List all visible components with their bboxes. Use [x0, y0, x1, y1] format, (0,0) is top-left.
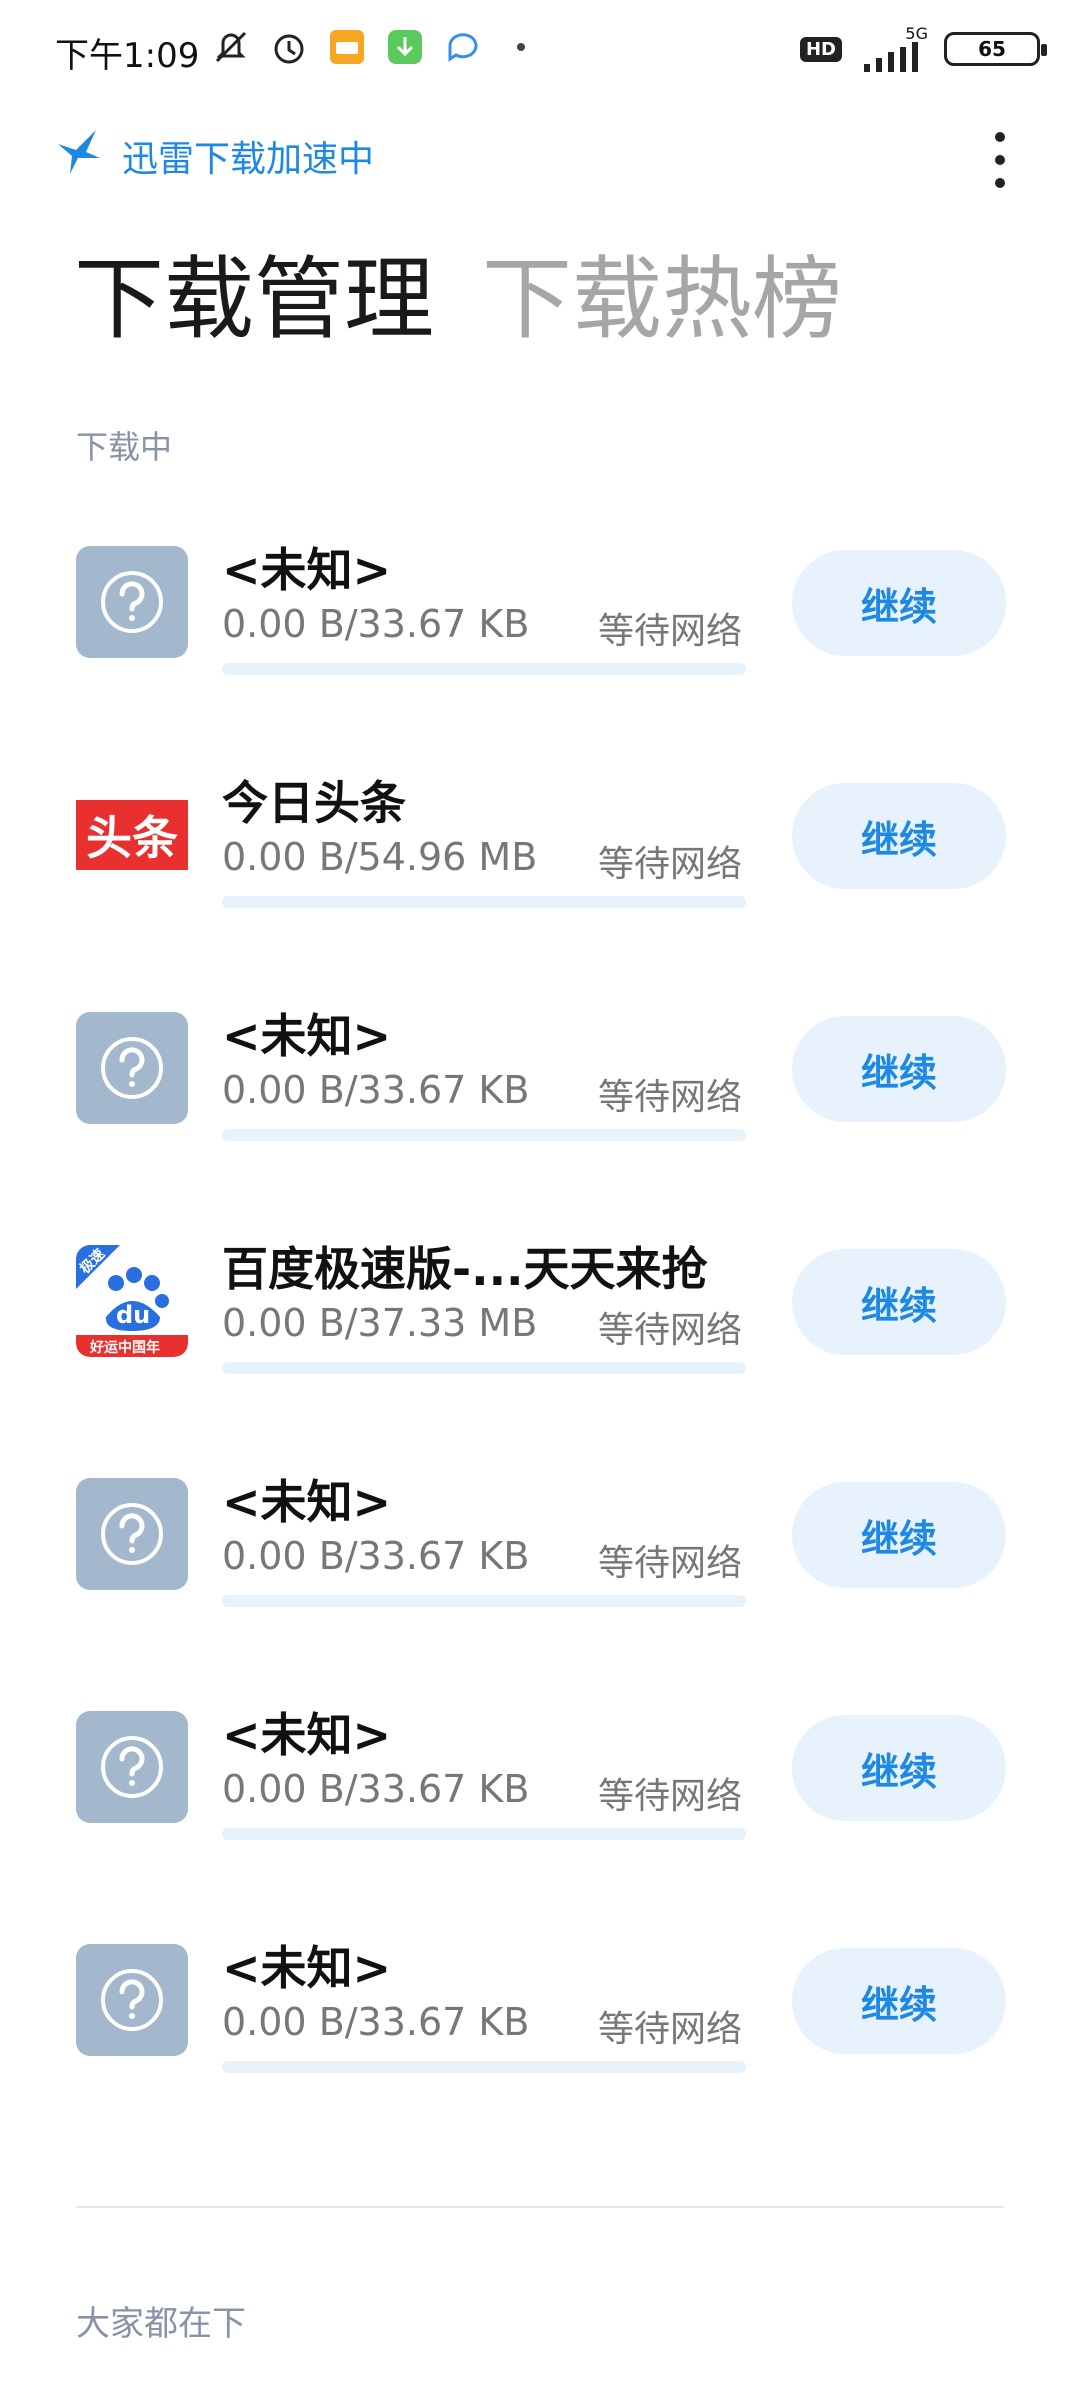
- signal-icon: 5G: [858, 26, 928, 72]
- toutiao-icon-text: 头条: [86, 811, 178, 865]
- section-label-downloading: 下载中: [76, 428, 173, 466]
- download-title: 今日头条: [222, 776, 406, 830]
- toutiao-app-icon: 头条: [76, 779, 188, 891]
- battery-level: 65: [978, 37, 1006, 61]
- download-progress-bar: [222, 2061, 746, 2073]
- baidu-icon-banner: 好运中国年: [90, 1340, 160, 1356]
- download-progress-bar: [222, 896, 746, 908]
- download-status: 等待网络: [598, 2009, 743, 2050]
- status-time: 下午1:09: [55, 36, 200, 76]
- tab-bar: 下载管理 下载热榜: [74, 255, 842, 345]
- unknown-app-icon: [76, 1012, 188, 1124]
- resume-button[interactable]: 继续: [792, 1948, 1006, 2054]
- download-progress-bar: [222, 1828, 746, 1840]
- download-title: <未知>: [222, 1941, 392, 1995]
- download-size: 0.00 B/33.67 KB: [222, 1068, 530, 1112]
- status-right: HD 5G 65: [799, 26, 1047, 72]
- list-item: <未知> 0.00 B/33.67 KB 等待网络 继续: [0, 976, 1080, 1209]
- download-status: 等待网络: [598, 844, 743, 885]
- download-progress-bar: [222, 1595, 746, 1607]
- thunder-bird-icon: [56, 128, 104, 176]
- download-title: <未知>: [222, 1708, 392, 1762]
- download-size: 0.00 B/37.33 MB: [222, 1301, 538, 1345]
- download-title: <未知>: [222, 1009, 392, 1063]
- app-header: 迅雷下载加速中: [0, 120, 1080, 200]
- resume-button[interactable]: 继续: [792, 1249, 1006, 1355]
- download-status: 等待网络: [598, 1077, 743, 1118]
- download-status: 等待网络: [598, 1310, 743, 1351]
- unknown-app-icon: [76, 1711, 188, 1823]
- more-options-icon[interactable]: [990, 132, 1010, 188]
- section-label-popular: 大家都在下: [76, 2304, 246, 2344]
- unknown-app-icon: [76, 546, 188, 658]
- tab-download-manager[interactable]: 下载管理: [74, 255, 434, 345]
- download-progress-bar: [222, 663, 746, 675]
- resume-button[interactable]: 继续: [792, 783, 1006, 889]
- list-item: <未知> 0.00 B/33.67 KB 等待网络 继续: [0, 1442, 1080, 1675]
- download-status: 等待网络: [598, 1543, 743, 1584]
- download-title: <未知>: [222, 543, 392, 597]
- download-progress-bar: [222, 1129, 746, 1141]
- download-list: <未知> 0.00 B/33.67 KB 等待网络 继续 头条 今日头条 0.0…: [0, 510, 1080, 2141]
- download-size: 0.00 B/33.67 KB: [222, 602, 530, 646]
- resume-button[interactable]: 继续: [792, 1482, 1006, 1588]
- list-item: <未知> 0.00 B/33.67 KB 等待网络 继续: [0, 510, 1080, 743]
- list-item: <未知> 0.00 B/33.67 KB 等待网络 继续: [0, 1908, 1080, 2141]
- download-notify-icon: [384, 26, 426, 68]
- download-status: 等待网络: [598, 1776, 743, 1817]
- resume-button[interactable]: 继续: [792, 550, 1006, 656]
- baidu-app-icon: 极速 du 好运中国年: [76, 1245, 188, 1357]
- resume-button[interactable]: 继续: [792, 1715, 1006, 1821]
- download-size: 0.00 B/54.96 MB: [222, 835, 538, 879]
- brand-text: 迅雷下载加速中: [122, 139, 375, 180]
- download-size: 0.00 B/33.67 KB: [222, 1534, 530, 1578]
- status-bar: 下午1:09 HD 5G 65: [0, 0, 1080, 100]
- unknown-app-icon: [76, 1944, 188, 2056]
- tab-download-hot-list[interactable]: 下载热榜: [482, 255, 842, 345]
- download-size: 0.00 B/33.67 KB: [222, 1767, 530, 1811]
- alarm-icon: [268, 26, 310, 68]
- hd-badge: HD: [799, 36, 842, 62]
- resume-button[interactable]: 继续: [792, 1016, 1006, 1122]
- network-type: 5G: [905, 24, 928, 43]
- list-item: 极速 du 好运中国年 百度极速版-...天天来抢 0.00 B/37.33 M…: [0, 1209, 1080, 1442]
- download-status: 等待网络: [598, 611, 743, 652]
- notification-icons: [210, 26, 542, 68]
- chat-bubble-icon: [442, 26, 484, 68]
- divider: [76, 2206, 1004, 2208]
- list-item: 头条 今日头条 0.00 B/54.96 MB 等待网络 继续: [0, 743, 1080, 976]
- mute-icon: [210, 26, 252, 68]
- download-title: 百度极速版-...天天来抢: [222, 1242, 708, 1296]
- more-notifications-dot-icon: [500, 26, 542, 68]
- unknown-app-icon: [76, 1478, 188, 1590]
- baidu-icon-text: du: [116, 1301, 151, 1329]
- battery-icon: 65: [944, 32, 1047, 66]
- download-size: 0.00 B/33.67 KB: [222, 2000, 530, 2044]
- download-progress-bar: [222, 1362, 746, 1374]
- list-item: <未知> 0.00 B/33.67 KB 等待网络 继续: [0, 1675, 1080, 1908]
- download-title: <未知>: [222, 1475, 392, 1529]
- shopping-app-icon: [326, 26, 368, 68]
